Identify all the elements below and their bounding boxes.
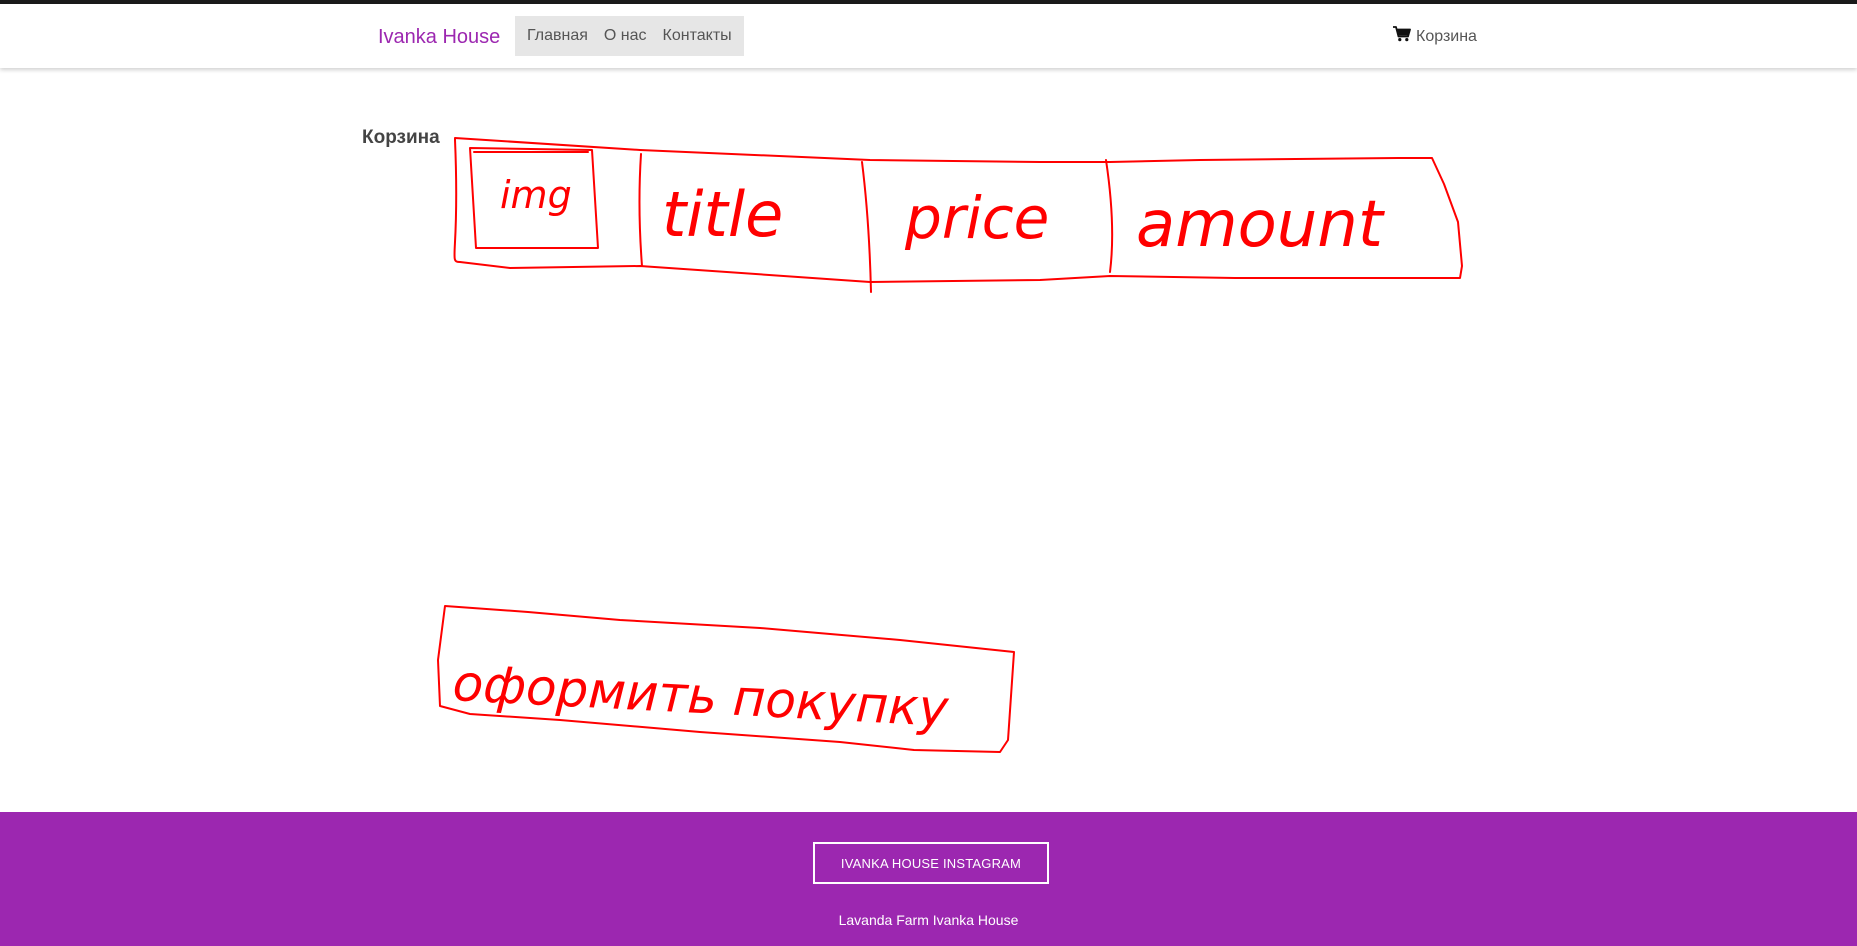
sketch-label-price: price bbox=[904, 184, 1049, 252]
sketch-divider-3 bbox=[1105, 159, 1114, 273]
sketch-label-title: title bbox=[662, 178, 783, 251]
cart-link[interactable]: Корзина bbox=[1393, 26, 1477, 47]
nav-item-about[interactable]: О нас bbox=[596, 16, 655, 56]
sketch-divider-2 bbox=[861, 161, 872, 293]
brand-logo[interactable]: Ivanka House bbox=[378, 26, 500, 49]
sketch-cart-row bbox=[453, 137, 1463, 283]
sketch-label-checkout: оформить покупку bbox=[451, 654, 951, 738]
sketch-checkout-button bbox=[437, 605, 1015, 753]
sketch-img-cell bbox=[469, 147, 599, 249]
cart-label: Корзина bbox=[1416, 27, 1477, 45]
navbar: Ivanka House Главная О нас Контакты Корз… bbox=[0, 4, 1857, 68]
sketch-label-amount: amount bbox=[1136, 188, 1386, 262]
wireframe-sketch: img title price amount оформить покупку bbox=[437, 137, 1463, 753]
nav-item-contacts[interactable]: Контакты bbox=[655, 16, 740, 56]
nav-item-home[interactable]: Главная bbox=[519, 16, 596, 56]
sketch-divider-1 bbox=[638, 153, 643, 267]
footer: IVANKA HOUSE INSTAGRAM Lavanda Farm Ivan… bbox=[0, 812, 1857, 946]
nav-links: Главная О нас Контакты bbox=[515, 16, 744, 56]
instagram-button[interactable]: IVANKA HOUSE INSTAGRAM bbox=[813, 842, 1049, 884]
page-title: Корзина bbox=[362, 127, 440, 148]
cart-icon bbox=[1393, 26, 1416, 47]
footer-text: Lavanda Farm Ivanka House bbox=[838, 912, 1019, 928]
sketch-label-img: img bbox=[500, 173, 572, 217]
